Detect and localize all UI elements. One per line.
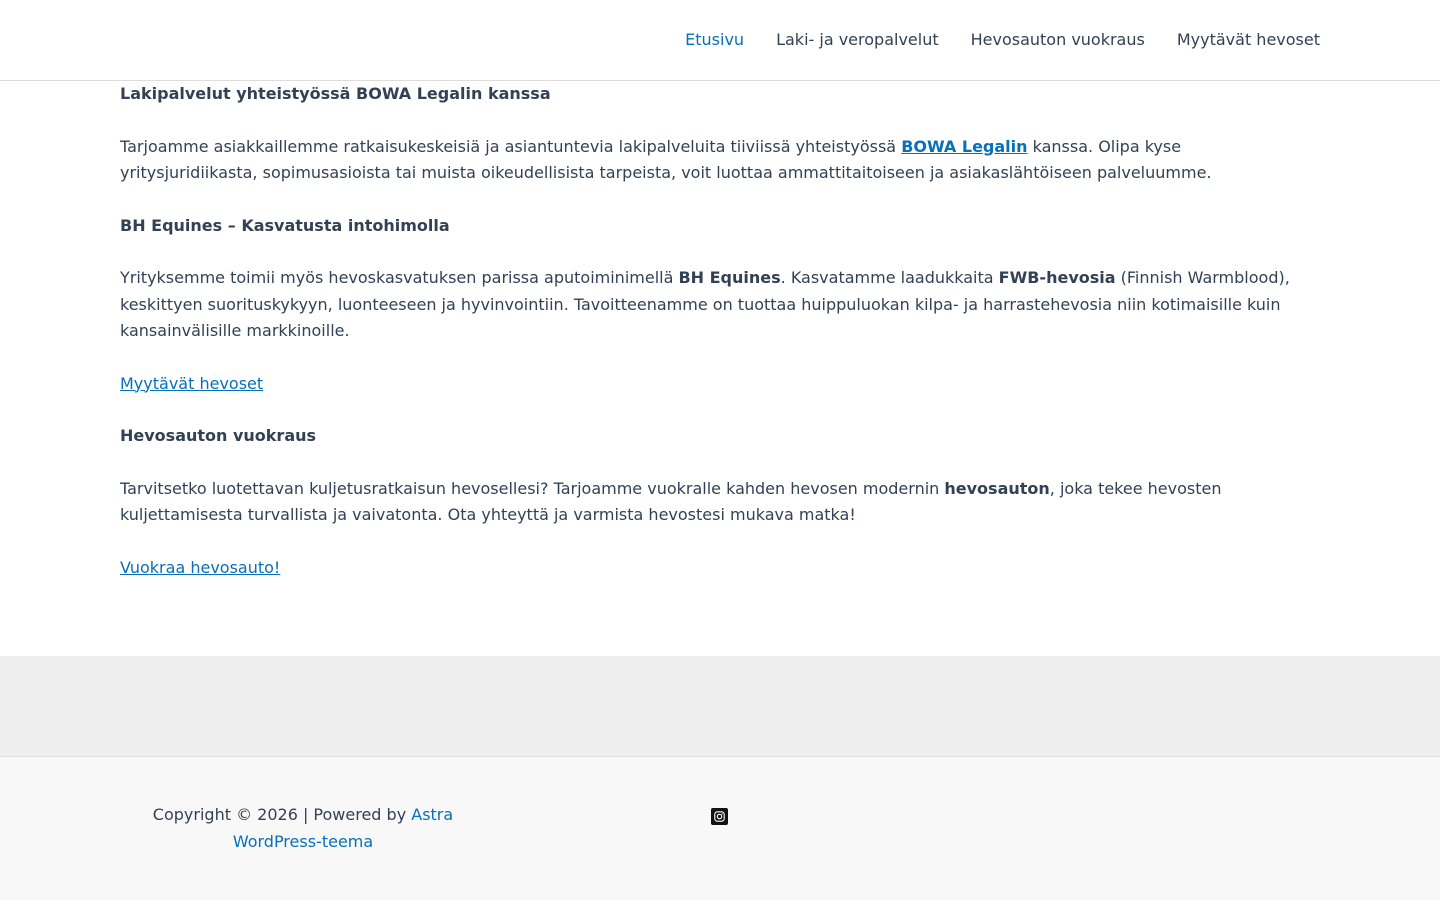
horses-for-sale-link[interactable]: Myytävät hevoset bbox=[120, 374, 263, 393]
breeding-text-2: . Kasvatamme laadukkaita bbox=[780, 268, 999, 287]
nav-item-etusivu[interactable]: Etusivu bbox=[685, 30, 744, 50]
nav-item-laki-ja-veropalvelut[interactable]: Laki- ja veropalvelut bbox=[776, 30, 939, 50]
breeding-heading: BH Equines – Kasvatusta intohimolla bbox=[120, 215, 450, 235]
breeding-paragraph: Yrityksemme toimii myös hevoskasvatuksen… bbox=[120, 265, 1320, 345]
legal-heading-paragraph: Lakipalvelut yhteistyössä BOWA Legalin k… bbox=[120, 81, 1320, 108]
horses-link-paragraph: Myytävät hevoset bbox=[120, 371, 1320, 398]
instagram-icon[interactable] bbox=[711, 808, 728, 825]
copyright-text: Copyright © 2026 | Powered by bbox=[152, 805, 412, 824]
bowa-legal-link[interactable]: BOWA Legalin bbox=[901, 137, 1027, 156]
legal-heading: Lakipalvelut yhteistyössä BOWA Legalin k… bbox=[120, 84, 551, 103]
site-header: Etusivu Laki- ja veropalvelut Hevosauton… bbox=[0, 0, 1440, 81]
nav-item-hevosauton-vuokraus[interactable]: Hevosauton vuokraus bbox=[971, 30, 1145, 50]
breeding-bold-bh-equines: BH Equines bbox=[678, 268, 781, 287]
main-navigation: Etusivu Laki- ja veropalvelut Hevosauton… bbox=[685, 0, 1320, 80]
trailer-paragraph: Tarvitsetko luotettavan kuljetusratkaisu… bbox=[120, 476, 1320, 529]
rent-trailer-link[interactable]: Vuokraa hevosauto! bbox=[120, 558, 280, 577]
site-footer: Copyright © 2026 | Powered by Astra Word… bbox=[0, 757, 1440, 900]
trailer-heading-paragraph: Hevosauton vuokraus bbox=[120, 423, 1320, 450]
rent-link-paragraph: Vuokraa hevosauto! bbox=[120, 555, 1320, 582]
trailer-text-1: Tarvitsetko luotettavan kuljetusratkaisu… bbox=[120, 478, 945, 498]
footer-widget-area bbox=[0, 656, 1440, 757]
breeding-text-1: Yrityksemme toimii myös hevoskasvatuksen… bbox=[120, 268, 679, 287]
breeding-bold-fwb: FWB-hevosia bbox=[998, 268, 1116, 287]
breeding-heading-paragraph: BH Equines – Kasvatusta intohimolla bbox=[120, 213, 1320, 240]
legal-paragraph: Tarjoamme asiakkaillemme ratkaisukeskeis… bbox=[120, 134, 1320, 187]
main-content: Lakipalvelut yhteistyössä BOWA Legalin k… bbox=[120, 81, 1320, 607]
trailer-bold: hevosauton bbox=[944, 478, 1050, 498]
legal-text-before: Tarjoamme asiakkaillemme ratkaisukeskeis… bbox=[120, 136, 902, 156]
nav-item-myytavat-hevoset[interactable]: Myytävät hevoset bbox=[1177, 30, 1320, 50]
copyright: Copyright © 2026 | Powered by Astra Word… bbox=[120, 801, 486, 855]
trailer-heading: Hevosauton vuokraus bbox=[120, 426, 317, 445]
instagram-glyph bbox=[714, 811, 725, 822]
